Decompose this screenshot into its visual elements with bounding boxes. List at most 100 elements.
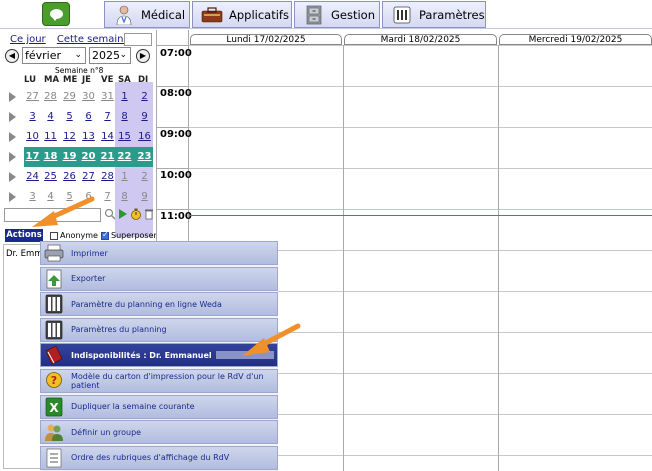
menu-item[interactable]: Définir un groupe (40, 420, 278, 445)
calendar-day[interactable]: 2 (136, 171, 153, 182)
calendar-day[interactable]: 9 (136, 191, 153, 202)
toolbox-icon (201, 5, 223, 25)
menu-item-label: Dupliquer la semaine courante (71, 402, 195, 412)
select-week-icon[interactable] (9, 92, 16, 102)
calendar-day[interactable]: 17 (24, 151, 41, 162)
calendar-day[interactable]: 28 (99, 171, 116, 182)
calendar-day[interactable]: 6 (80, 111, 97, 122)
grid-line (189, 209, 652, 210)
grid-line (189, 45, 652, 46)
chevron-down-icon: ⌄ (119, 50, 127, 60)
menu-item[interactable]: Exporter (40, 266, 278, 291)
printer-icon (43, 243, 65, 264)
menu-item[interactable]: Paramètre du planning en ligne Weda (40, 292, 278, 317)
this-week-link[interactable]: Cette semaine (57, 34, 130, 45)
calendar-day[interactable]: 1 (116, 171, 133, 182)
search-icon[interactable] (104, 208, 116, 220)
menu-item-label: Ordre des rubriques d'affichage du RdV (71, 453, 230, 463)
month-select[interactable]: février ⌄ (22, 47, 86, 64)
calendar-day[interactable]: 20 (80, 151, 97, 162)
weekday-label: ME (63, 75, 78, 85)
superposer-checkbox[interactable]: Superposer (101, 230, 157, 240)
calendar-day[interactable]: 27 (24, 91, 41, 102)
superposer-label: Superposer (111, 231, 157, 240)
week-input[interactable] (124, 33, 152, 46)
calendar-day[interactable]: 27 (80, 171, 97, 182)
calendar-day[interactable]: 3 (24, 111, 41, 122)
calendar-day[interactable]: 23 (136, 151, 153, 162)
calendar-day[interactable]: 4 (42, 111, 59, 122)
month-select-value: février (25, 49, 62, 62)
calendar-day[interactable]: 8 (116, 191, 133, 202)
tab-medical[interactable]: Médical (104, 1, 190, 28)
doctor-icon (113, 5, 135, 25)
tab-gestion[interactable]: Gestion (294, 1, 380, 28)
trash-icon[interactable] (144, 208, 154, 220)
current-time-line (189, 215, 652, 216)
week-row: 27 28 29 30 31 1 2 (0, 87, 155, 107)
calendar-day[interactable]: 1 (116, 91, 133, 102)
menu-item[interactable]: X Dupliquer la semaine courante (40, 394, 278, 419)
calendar-day[interactable]: 8 (116, 111, 133, 122)
weekday-label: SA (118, 75, 131, 85)
calendar-day[interactable]: 21 (99, 151, 116, 162)
calendar-day[interactable]: 26 (61, 171, 78, 182)
hour-label: 10:00 (160, 170, 192, 181)
calendar-day[interactable]: 2 (136, 91, 153, 102)
next-month-icon[interactable]: ▶ (136, 49, 150, 63)
book-icon (43, 345, 65, 366)
calendar-day[interactable]: 24 (24, 171, 41, 182)
year-select[interactable]: 2025 ⌄ (89, 47, 131, 64)
select-week-icon[interactable] (9, 152, 16, 162)
timer-icon[interactable] (130, 208, 142, 220)
day-header-monday: Lundi 17/02/2025 (190, 34, 342, 45)
tab-parametres-label: Paramètres (419, 7, 485, 22)
calendar-day[interactable]: 22 (116, 151, 133, 162)
week-row: 17 18 19 20 21 22 23 (0, 147, 155, 167)
calendar-day[interactable]: 14 (99, 131, 116, 142)
calendar-day[interactable]: 7 (99, 191, 116, 202)
weekday-label: LU (24, 75, 37, 85)
play-icon[interactable] (118, 208, 128, 220)
tab-applicatifs[interactable]: Applicatifs (192, 1, 292, 28)
calendar-day[interactable]: 25 (42, 171, 59, 182)
list-icon (43, 447, 65, 468)
calendar-day[interactable]: 29 (61, 91, 78, 102)
calendar-day[interactable]: 30 (80, 91, 97, 102)
tab-parametres[interactable]: Paramètres (382, 1, 486, 28)
grid-line (189, 168, 652, 169)
calendar-day[interactable]: 7 (99, 111, 116, 122)
calendar-day[interactable]: 10 (24, 131, 41, 142)
calendar-day[interactable]: 16 (136, 131, 153, 142)
select-week-icon[interactable] (9, 172, 16, 182)
select-week-icon[interactable] (9, 132, 16, 142)
calendar-day[interactable]: 12 (61, 131, 78, 142)
year-select-value: 2025 (92, 49, 120, 62)
svg-text:X: X (49, 401, 59, 415)
menu-item-label: Paramètres du planning (71, 325, 167, 335)
calendar-day[interactable]: 9 (136, 111, 153, 122)
calendar-day[interactable]: 19 (61, 151, 78, 162)
today-link[interactable]: Ce jour (10, 34, 46, 45)
hour-tick (156, 168, 189, 169)
calendar-day[interactable]: 5 (61, 111, 78, 122)
calendar-day[interactable]: 13 (80, 131, 97, 142)
weekday-label: JE (82, 75, 91, 85)
menu-item[interactable]: Ordre des rubriques d'affichage du RdV (40, 445, 278, 470)
menu-item[interactable]: ? Modèle du carton d'impression pour le R… (40, 369, 278, 393)
chat-logo-button[interactable] (42, 2, 70, 26)
calendar-day[interactable]: 28 (42, 91, 59, 102)
prev-month-icon[interactable]: ◀ (5, 49, 19, 63)
select-week-icon[interactable] (9, 112, 16, 122)
question-icon: ? (43, 371, 65, 392)
day-header-wednesday: Mercredi 19/02/2025 (499, 34, 652, 45)
menu-item[interactable]: Imprimer (40, 241, 278, 265)
calendar-day[interactable]: 15 (116, 131, 133, 142)
weekday-label: MA (44, 75, 60, 85)
calendar-day[interactable]: 18 (42, 151, 59, 162)
menu-item-label: Indisponibilités : Dr. Emmanuel (71, 350, 212, 360)
calendar-day[interactable]: 11 (42, 131, 59, 142)
menu-item-label: Imprimer (71, 248, 108, 258)
calendar-day[interactable]: 31 (99, 91, 116, 102)
select-week-icon[interactable] (9, 192, 16, 202)
